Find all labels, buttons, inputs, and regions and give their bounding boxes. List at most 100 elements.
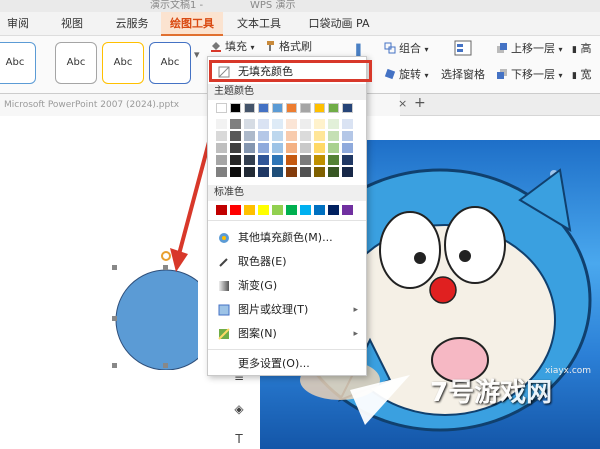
tab-text-tools[interactable]: 文本工具 <box>228 12 290 36</box>
shape-style-2[interactable]: Abc <box>55 42 97 84</box>
theme-color-swatch[interactable] <box>342 131 353 141</box>
theme-color-swatch[interactable] <box>258 167 269 177</box>
theme-color-swatch[interactable] <box>272 119 283 129</box>
bring-forward-button[interactable]: 上移一层 ▾ <box>496 40 563 58</box>
theme-color-swatch[interactable] <box>328 103 339 113</box>
rotate-handle-icon[interactable] <box>161 251 171 261</box>
standard-color-swatch[interactable] <box>300 205 311 215</box>
theme-color-swatch[interactable] <box>342 119 353 129</box>
rotate-button[interactable]: 旋转 ▾ <box>384 66 429 84</box>
theme-color-swatch[interactable] <box>314 131 325 141</box>
theme-color-swatch[interactable] <box>244 143 255 153</box>
standard-color-swatch[interactable] <box>216 205 227 215</box>
theme-color-swatch[interactable] <box>244 155 255 165</box>
theme-color-swatch[interactable] <box>230 131 241 141</box>
theme-color-swatch[interactable] <box>216 119 227 129</box>
text-box-icon[interactable]: T <box>230 432 248 449</box>
selection-pane-icon[interactable] <box>443 40 483 60</box>
standard-color-swatch[interactable] <box>230 205 241 215</box>
theme-color-swatch[interactable] <box>230 155 241 165</box>
theme-color-swatch[interactable] <box>216 131 227 141</box>
gradient-option[interactable]: 渐变(G) <box>208 275 366 297</box>
theme-color-swatch[interactable] <box>328 155 339 165</box>
new-tab-icon[interactable]: + <box>414 95 426 111</box>
theme-color-swatch[interactable] <box>258 119 269 129</box>
theme-color-swatch[interactable] <box>272 155 283 165</box>
tab-drawing-tools[interactable]: 绘图工具 <box>161 12 223 36</box>
theme-color-swatch[interactable] <box>216 143 227 153</box>
height-field[interactable]: ▮ 高 <box>572 40 591 58</box>
theme-color-swatch[interactable] <box>230 119 241 129</box>
send-backward-button[interactable]: 下移一层 ▾ <box>496 66 563 84</box>
theme-color-swatch[interactable] <box>230 143 241 153</box>
standard-color-swatch[interactable] <box>244 205 255 215</box>
theme-color-swatch[interactable] <box>244 131 255 141</box>
theme-color-swatch[interactable] <box>272 103 283 113</box>
theme-color-swatch[interactable] <box>272 131 283 141</box>
resize-handle[interactable] <box>163 265 168 270</box>
theme-color-swatch[interactable] <box>300 167 311 177</box>
theme-color-swatch[interactable] <box>230 167 241 177</box>
picture-texture-option[interactable]: 图片或纹理(T) ▸ <box>208 299 366 321</box>
theme-color-swatch[interactable] <box>286 143 297 153</box>
theme-color-swatch[interactable] <box>258 143 269 153</box>
format-brush-button[interactable]: 格式刷 <box>264 38 312 56</box>
theme-color-swatch[interactable] <box>244 167 255 177</box>
circle-shape[interactable] <box>115 269 198 370</box>
pattern-option[interactable]: 图案(N) ▸ <box>208 323 366 345</box>
theme-color-swatch[interactable] <box>342 103 353 113</box>
tab-view[interactable]: 视图 <box>52 12 92 36</box>
theme-color-swatch[interactable] <box>314 119 325 129</box>
theme-color-swatch[interactable] <box>300 103 311 113</box>
standard-color-swatch[interactable] <box>342 205 353 215</box>
theme-color-swatch[interactable] <box>230 103 241 113</box>
close-tab-icon[interactable]: × <box>398 97 407 110</box>
theme-color-swatch[interactable] <box>258 131 269 141</box>
width-field[interactable]: ▮ 宽 <box>572 66 591 84</box>
eyedropper-option[interactable]: 取色器(E) <box>208 251 366 273</box>
layers-icon[interactable]: ◈ <box>230 402 248 420</box>
group-button[interactable]: 组合 ▾ <box>384 40 429 58</box>
standard-color-swatch[interactable] <box>314 205 325 215</box>
shape-style-1[interactable]: Abc <box>0 42 36 84</box>
theme-color-swatch[interactable] <box>286 119 297 129</box>
tab-review[interactable]: 审阅 <box>0 12 36 36</box>
resize-handle[interactable] <box>112 363 117 368</box>
more-settings-option[interactable]: 更多设置(O)... <box>208 353 366 375</box>
theme-color-swatch[interactable] <box>328 119 339 129</box>
resize-handle[interactable] <box>112 265 117 270</box>
theme-color-swatch[interactable] <box>258 103 269 113</box>
tab-pocket-animation[interactable]: 口袋动画 PA <box>300 12 378 36</box>
resize-handle[interactable] <box>163 363 168 368</box>
theme-color-swatch[interactable] <box>244 119 255 129</box>
theme-color-swatch[interactable] <box>286 155 297 165</box>
theme-color-swatch[interactable] <box>314 155 325 165</box>
tab-cloud[interactable]: 云服务 <box>106 12 158 36</box>
theme-color-swatch[interactable] <box>286 103 297 113</box>
theme-color-swatch[interactable] <box>342 143 353 153</box>
theme-color-swatch[interactable] <box>286 131 297 141</box>
theme-color-swatch[interactable] <box>272 143 283 153</box>
more-fill-colors-option[interactable]: 其他填充颜色(M)... <box>208 227 366 249</box>
standard-color-swatch[interactable] <box>286 205 297 215</box>
theme-color-swatch[interactable] <box>216 167 227 177</box>
theme-color-swatch[interactable] <box>258 155 269 165</box>
theme-color-swatch[interactable] <box>314 143 325 153</box>
resize-handle[interactable] <box>112 316 117 321</box>
theme-color-swatch[interactable] <box>314 103 325 113</box>
theme-color-swatch[interactable] <box>300 143 311 153</box>
fill-button[interactable]: 填充 ▾ <box>210 38 255 56</box>
theme-color-swatch[interactable] <box>300 155 311 165</box>
shape-styles-scroll-icon[interactable]: ▾ <box>194 46 200 64</box>
standard-color-swatch[interactable] <box>328 205 339 215</box>
theme-color-swatch[interactable] <box>216 155 227 165</box>
theme-color-swatch[interactable] <box>328 167 339 177</box>
shape-style-3[interactable]: Abc <box>102 42 144 84</box>
theme-color-swatch[interactable] <box>300 119 311 129</box>
theme-color-swatch[interactable] <box>272 167 283 177</box>
standard-color-swatch[interactable] <box>272 205 283 215</box>
theme-color-swatch[interactable] <box>328 131 339 141</box>
theme-color-swatch[interactable] <box>314 167 325 177</box>
standard-color-swatch[interactable] <box>258 205 269 215</box>
theme-color-swatch[interactable] <box>342 167 353 177</box>
